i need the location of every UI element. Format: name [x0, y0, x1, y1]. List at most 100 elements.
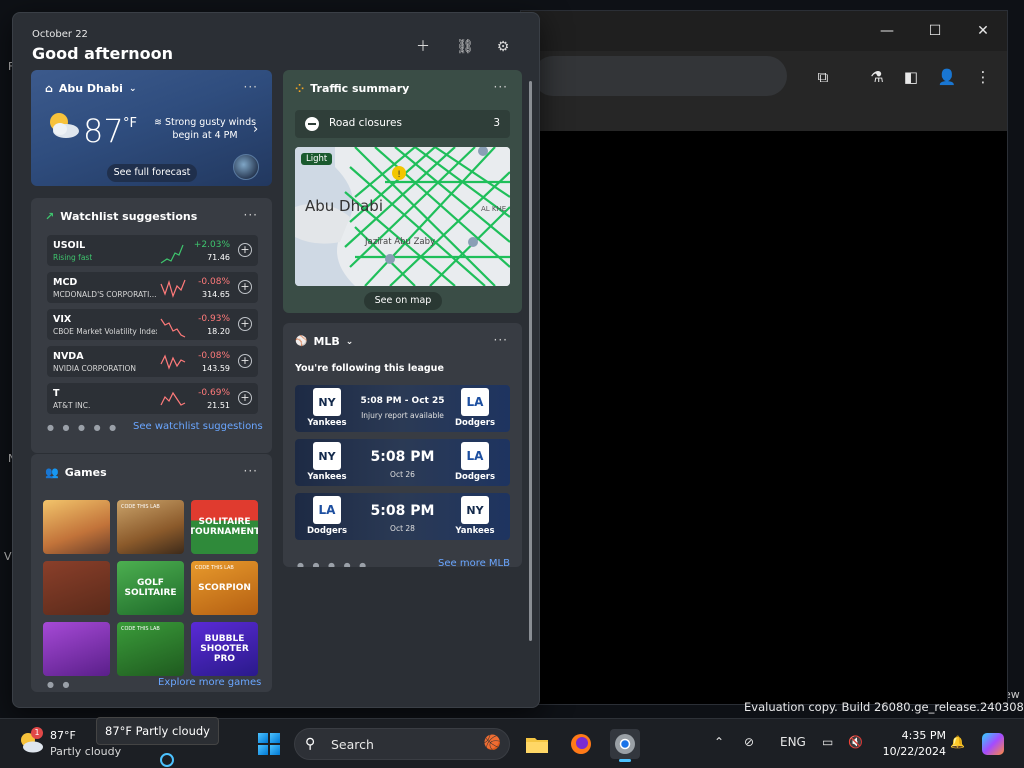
stock-change: -0.08%	[198, 351, 230, 361]
carousel-dots[interactable]: ● ●	[47, 680, 73, 689]
mlb-card: ⚾ MLB ⌄ ··· You're following this league…	[283, 323, 522, 567]
road-closures-row[interactable]: Road closures 3	[295, 110, 510, 138]
notification-bell-icon[interactable]: 🔔	[950, 735, 965, 749]
taskbar-search[interactable]: ⚲ Search 🏀	[294, 728, 510, 760]
game-title: SOLITAIRE TOURNAMENT	[191, 517, 258, 537]
display-icon[interactable]: ▭	[822, 735, 833, 749]
menu-kebab-icon[interactable]: ⋮	[973, 67, 993, 87]
mlb-game-row[interactable]: NY Yankees 5:08 PM - Oct 25 Injury report a…	[295, 385, 510, 432]
traffic-map[interactable]: ! Light Abu Dhabi Jazirat Abu Zaby AL KH…	[295, 147, 510, 286]
more-options-icon[interactable]: ···	[244, 208, 258, 222]
labs-flask-icon[interactable]: ⚗	[867, 67, 887, 87]
more-options-icon[interactable]: ···	[494, 80, 508, 94]
weather-card[interactable]: ⌂ Abu Dhabi ⌄ ··· 87 °F ≋ Strong gusty w…	[31, 70, 272, 186]
extensions-icon[interactable]: ⧉	[813, 67, 833, 87]
mlb-game-row[interactable]: LA Dodgers 5:08 PM Oct 28 NY Yankees	[295, 493, 510, 540]
browser-titlebar[interactable]: — ☐ ✕	[521, 11, 1007, 51]
see-watchlist-link[interactable]: See watchlist suggestions	[133, 421, 263, 432]
more-options-icon[interactable]: ···	[244, 464, 258, 478]
partly-cloudy-icon	[50, 113, 79, 138]
chevron-right-icon[interactable]: ›	[253, 122, 258, 137]
game-title: BUBBLE SHOOTER PRO	[200, 634, 249, 664]
clock-date[interactable]: 10/22/2024	[876, 745, 946, 758]
add-to-watchlist-icon[interactable]: +	[238, 317, 252, 331]
language-indicator[interactable]: ENG	[780, 735, 806, 749]
road-closures-label: Road closures	[329, 117, 402, 129]
widgets-panel: October 22 Good afternoon ＋ ⛓ ⚙ ⌂ Abu Dh…	[12, 12, 540, 708]
more-options-icon[interactable]: ···	[244, 80, 258, 94]
network-off-icon[interactable]: ⊘	[744, 735, 754, 749]
carousel-dots[interactable]: ● ● ● ● ●	[47, 423, 119, 432]
windows-logo-icon	[258, 733, 268, 743]
weather-location[interactable]: ⌂ Abu Dhabi ⌄	[45, 82, 137, 95]
gear-icon[interactable]: ⚙	[493, 37, 513, 57]
stock-row-vix[interactable]: VIX CBOE Market Volatility Index -0.93% 18.…	[47, 309, 258, 340]
add-to-watchlist-icon[interactable]: +	[238, 280, 252, 294]
home-team-name: Yankees	[307, 418, 347, 428]
more-options-icon[interactable]: ···	[494, 333, 508, 347]
plus-icon[interactable]: ＋	[413, 37, 433, 57]
file-explorer-icon[interactable]	[522, 729, 552, 759]
game-tile[interactable]: SOLITAIRE TOURNAMENT	[191, 500, 258, 554]
game-tile[interactable]: CODE THIS LAB	[117, 500, 184, 554]
panel-scrollbar[interactable]	[529, 81, 532, 641]
map-area-label: Jazirat Abu Zaby	[365, 237, 436, 247]
side-panel-icon[interactable]: ◧	[901, 67, 921, 87]
game-tile[interactable]: CODE THIS LAB	[117, 622, 184, 676]
mlb-game-row[interactable]: NY Yankees 5:08 PM Oct 26 LA Dodgers	[295, 439, 510, 486]
stock-row-mcd[interactable]: MCD MCDONALD'S CORPORATI... -0.08% 314.65 +	[47, 272, 258, 303]
stock-change: +2.03%	[193, 240, 230, 250]
mlb-title[interactable]: ⚾ MLB ⌄	[295, 335, 353, 348]
game-time: 5:08 PM	[370, 449, 435, 465]
weather-alert-badge: 1	[31, 727, 43, 739]
add-to-watchlist-icon[interactable]: +	[238, 391, 252, 405]
games-title[interactable]: 👥 Games	[45, 466, 107, 479]
see-more-mlb-link[interactable]: See more MLB	[438, 558, 510, 567]
address-bar[interactable]	[533, 56, 787, 96]
profile-icon[interactable]: 👤	[937, 67, 957, 87]
game-tile[interactable]	[43, 500, 110, 554]
minimize-icon[interactable]: —	[879, 23, 895, 39]
weather-assistant-icon[interactable]	[233, 154, 259, 180]
maximize-icon[interactable]: ☐	[927, 23, 943, 39]
start-button[interactable]	[258, 733, 280, 755]
stock-row-nvda[interactable]: NVDA NVIDIA CORPORATION -0.08% 143.59 +	[47, 346, 258, 377]
game-title: SCORPION	[198, 583, 251, 593]
game-tile[interactable]: BUBBLE SHOOTER PRO	[191, 622, 258, 676]
no-entry-icon	[305, 117, 319, 131]
close-icon[interactable]: ✕	[975, 23, 991, 39]
stock-sparkline	[160, 318, 186, 338]
add-to-watchlist-icon[interactable]: +	[238, 243, 252, 257]
traffic-title[interactable]: ⁘ Traffic summary	[295, 82, 409, 95]
mlb-following-text: You're following this league	[295, 363, 444, 374]
desktop-icon-label[interactable]: V	[4, 550, 12, 563]
copilot-icon[interactable]	[982, 733, 1004, 755]
watchlist-title[interactable]: ↗ Watchlist suggestions	[45, 210, 197, 223]
stock-row-t[interactable]: T AT&T INC. -0.69% 21.51 +	[47, 383, 258, 414]
explore-games-link[interactable]: Explore more games	[158, 677, 261, 688]
game-tile[interactable]: CODE THIS LAB SCORPION	[191, 561, 258, 615]
weather-alert[interactable]: ≋ Strong gusty winds begin at 4 PM	[153, 116, 257, 142]
see-on-map-button[interactable]: See on map	[364, 292, 442, 310]
away-team-name: Yankees	[455, 526, 495, 536]
chrome-icon[interactable]	[610, 729, 640, 762]
people-icon: 👥	[45, 466, 59, 479]
carousel-dots[interactable]: ● ● ● ● ●	[297, 561, 369, 567]
clock-time[interactable]: 4:35 PM	[898, 729, 946, 742]
team-logo-icon: LA	[461, 442, 489, 470]
volume-muted-icon[interactable]: 🔇	[848, 735, 863, 749]
game-subtext: Oct 28	[390, 524, 415, 533]
weather-unit: °F	[123, 116, 137, 131]
see-full-forecast-button[interactable]: See full forecast	[107, 164, 197, 182]
windows-logo-icon	[270, 733, 280, 743]
firefox-icon[interactable]	[566, 729, 596, 759]
game-tile[interactable]: GOLF SOLITAIRE	[117, 561, 184, 615]
game-tile[interactable]	[43, 622, 110, 676]
add-to-watchlist-icon[interactable]: +	[238, 354, 252, 368]
stock-row-usoil[interactable]: USOIL Rising fast +2.03% 71.46 +	[47, 235, 258, 266]
link-icon[interactable]: ⛓	[455, 37, 475, 57]
game-time: 5:08 PM - Oct 25	[360, 396, 445, 406]
chevron-up-icon[interactable]: ⌃	[714, 735, 724, 749]
copilot-ring-icon[interactable]	[160, 753, 174, 767]
game-tile[interactable]	[43, 561, 110, 615]
